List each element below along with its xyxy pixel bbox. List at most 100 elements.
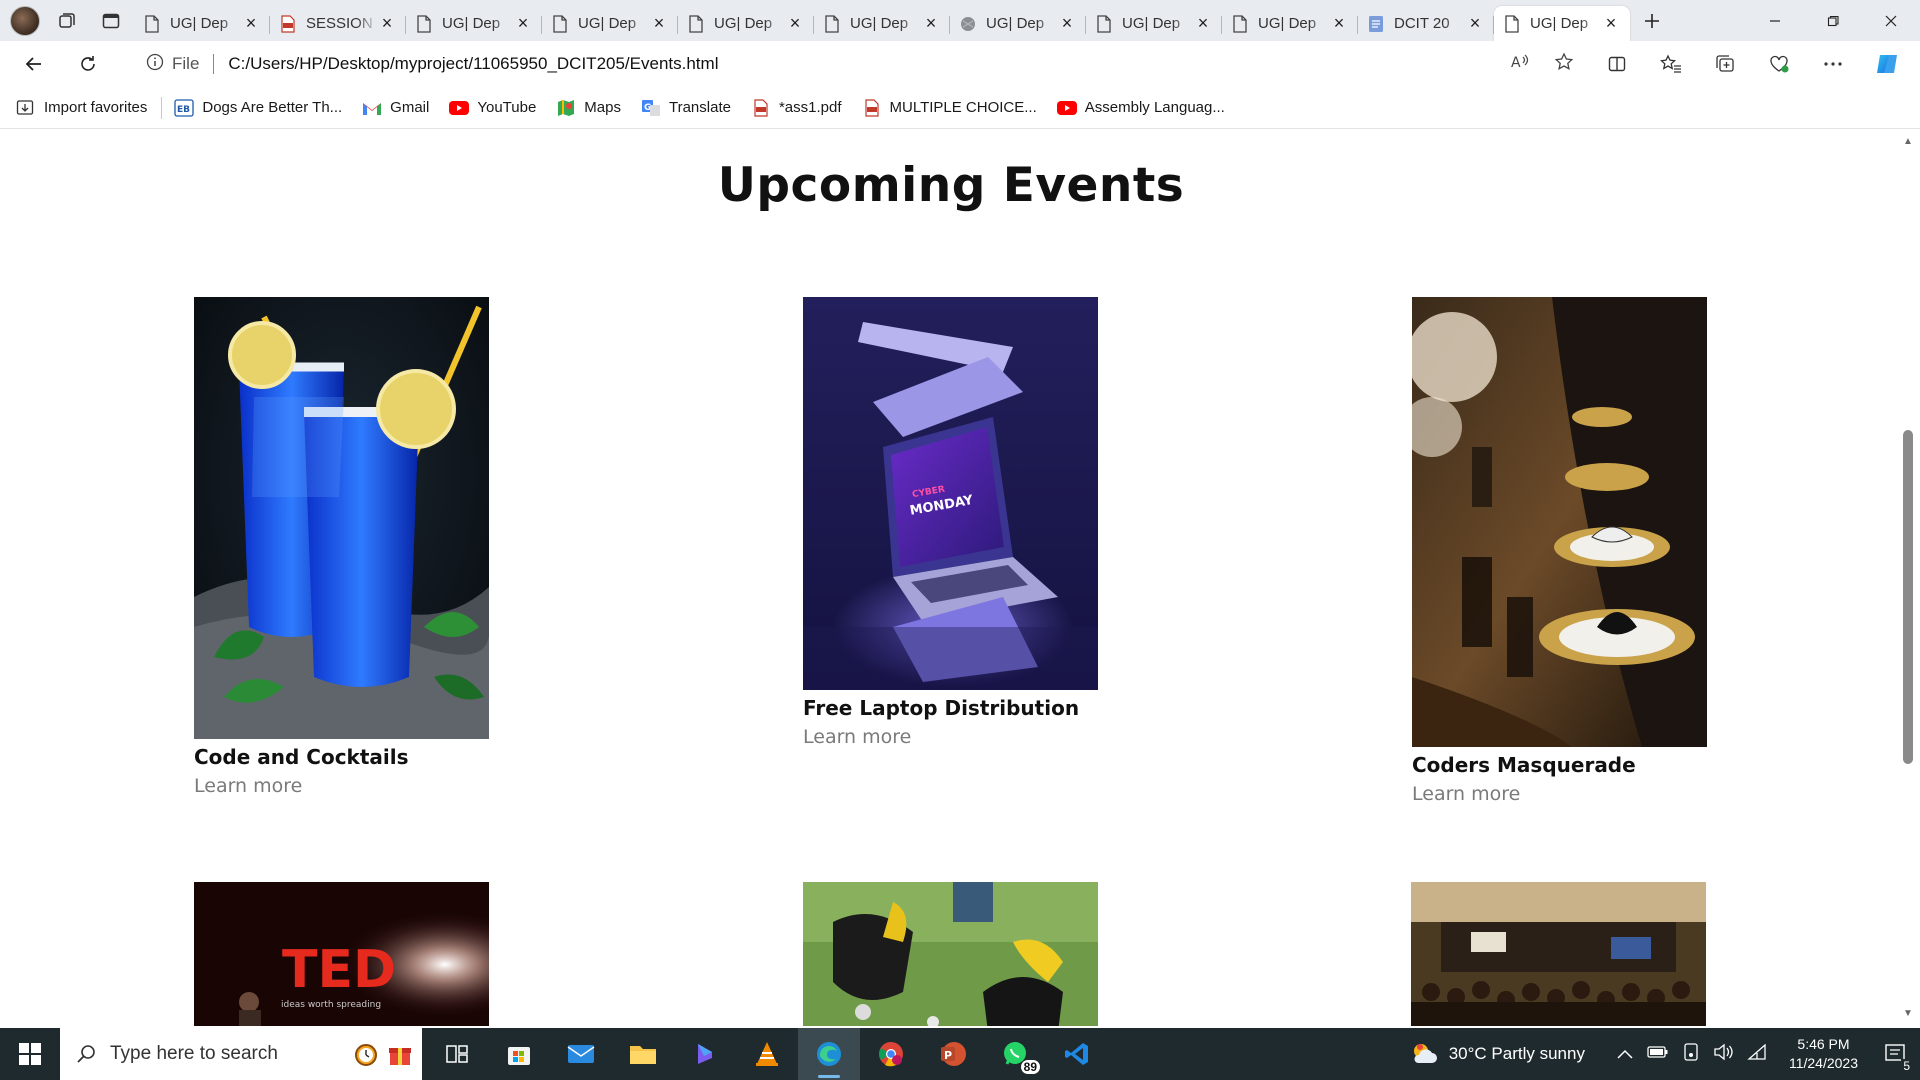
tab-title: UG| Dep [170,15,229,32]
back-button[interactable] [12,46,56,82]
scroll-down-arrow-icon[interactable]: ▼ [1902,1008,1914,1020]
sleeping-tab-icon [960,15,976,33]
device-icon[interactable] [1683,1042,1699,1066]
favorite-item[interactable]: G Translate [641,98,731,118]
more-menu-icon[interactable] [1812,46,1854,82]
wifi-icon[interactable] [1747,1043,1767,1065]
event-card-coders-masquerade: Coders Masquerade Learn more [1412,297,1708,805]
event-card-code-and-cocktails: Code and Cocktails Learn more [194,297,490,797]
close-tab-icon[interactable]: × [1602,13,1620,34]
minimize-button[interactable] [1746,0,1804,41]
learn-more-link[interactable]: Learn more [194,775,490,797]
favorite-star-icon[interactable] [1554,51,1574,77]
alarm-clock-icon [355,1044,377,1066]
close-window-button[interactable] [1862,0,1920,41]
favorites-icon[interactable] [1650,46,1692,82]
collections-icon[interactable] [1704,46,1746,82]
browser-tab[interactable]: UG| Dep × [814,7,950,41]
profile-avatar[interactable] [10,5,40,36]
favorite-item[interactable]: Assembly Languag... [1056,98,1225,118]
event-title: Coders Masquerade [1412,753,1636,777]
show-hidden-icons-icon[interactable] [1617,1044,1633,1064]
powerpoint-icon[interactable]: P [922,1028,984,1080]
close-tab-icon[interactable]: × [378,13,396,34]
navigation-bar: File C:/Users/HP/Desktop/myproject/11065… [0,41,1920,87]
whatsapp-icon[interactable]: 89 [984,1028,1046,1080]
pdf-icon [751,98,771,118]
refresh-button[interactable] [66,46,110,82]
browser-tab[interactable]: UG| Dep × [1222,7,1358,41]
favorite-item[interactable]: YouTube [449,98,536,118]
translate-icon: G [641,98,661,118]
laptop-image: CYBER MONDAY [803,297,1098,690]
close-tab-icon[interactable]: × [1194,13,1212,34]
page-title: Upcoming Events [717,158,1185,213]
close-tab-icon[interactable]: × [922,13,940,34]
start-button[interactable] [0,1028,60,1080]
event-card-conference [1411,882,1707,1026]
browser-tab[interactable]: UG| Dep × [542,7,678,41]
browser-tab[interactable]: DCIT 20 × [1358,7,1494,41]
clock[interactable]: 5:46 PM 11/24/2023 [1789,1035,1858,1073]
browser-essentials-icon[interactable] [1758,46,1800,82]
browser-tab[interactable]: UG| Dep × [1086,7,1222,41]
battery-icon[interactable] [1647,1044,1669,1064]
mail-icon[interactable] [550,1028,612,1080]
gmail-icon [362,98,382,118]
close-tab-icon[interactable]: × [1058,13,1076,34]
clock-date: 11/24/2023 [1788,1055,1858,1071]
svg-text:EB: EB [177,105,190,115]
read-aloud-icon[interactable]: A [1510,52,1530,77]
favorite-item[interactable]: Maps [556,98,621,118]
scrollbar-thumb[interactable] [1903,430,1913,764]
edge-icon[interactable] [798,1028,860,1080]
favorite-item[interactable]: EB Dogs Are Better Th... [174,98,342,118]
browser-tab[interactable]: UG| Dep × [134,7,270,41]
info-icon[interactable] [146,53,164,76]
learn-more-link[interactable]: Learn more [803,726,1099,748]
close-tab-icon[interactable]: × [650,13,668,34]
taskbar-search[interactable]: Type here to search [60,1028,422,1080]
vscode-icon[interactable] [1046,1028,1108,1080]
favorite-item[interactable]: MULTIPLE CHOICE... [862,98,1037,118]
ted-tagline: ideas worth spreading [281,1000,381,1010]
favorite-item[interactable]: Import favorites [16,98,147,118]
favorite-item[interactable]: Gmail [362,98,429,118]
restore-button[interactable] [1804,0,1862,41]
page-scrollbar[interactable]: ▲ ▼ [1896,130,1920,1026]
file-explorer-icon[interactable] [612,1028,674,1080]
browser-tab[interactable]: UG| Dep × [950,7,1086,41]
browser-tab[interactable]: SESSION × [270,7,406,41]
close-tab-icon[interactable]: × [1330,13,1348,34]
vertical-tabs-icon[interactable] [94,6,128,36]
browser-tab[interactable]: UG| Dep × [406,7,542,41]
scheme-label: File [172,54,200,73]
notification-center-icon[interactable]: 5 [1880,1039,1912,1073]
close-tab-icon[interactable]: × [514,13,532,34]
task-view-icon[interactable] [426,1028,488,1080]
address-bar[interactable]: File C:/Users/HP/Desktop/myproject/11065… [126,46,1584,82]
browser-tab[interactable]: UG| Dep × [1494,6,1630,41]
volume-icon[interactable] [1713,1043,1733,1066]
close-tab-icon[interactable]: × [786,13,804,34]
new-tab-button[interactable] [1632,4,1672,38]
page-viewport: Upcoming Events Code and Cocktails Learn… [6,130,1896,1026]
weather-widget[interactable]: 30°C Partly sunny [1409,1041,1585,1067]
conference-image [1411,882,1706,1026]
copilot-icon[interactable] [1866,46,1908,82]
close-tab-icon[interactable]: × [1466,13,1484,34]
vlc-icon[interactable] [736,1028,798,1080]
split-screen-icon[interactable] [1596,46,1638,82]
cleanup-image [803,882,1098,1026]
copilot-app-icon[interactable] [674,1028,736,1080]
close-tab-icon[interactable]: × [242,13,260,34]
microsoft-store-icon[interactable] [488,1028,550,1080]
scroll-up-arrow-icon[interactable]: ▲ [1902,136,1914,148]
browser-tab[interactable]: UG| Dep × [678,7,814,41]
chrome-icon[interactable] [860,1028,922,1080]
tab-title: SESSION [306,15,373,32]
url-text[interactable]: C:/Users/HP/Desktop/myproject/11065950_D… [228,54,718,74]
favorite-item[interactable]: *ass1.pdf [751,98,842,118]
workspaces-icon[interactable] [50,6,84,36]
learn-more-link[interactable]: Learn more [1412,783,1708,805]
